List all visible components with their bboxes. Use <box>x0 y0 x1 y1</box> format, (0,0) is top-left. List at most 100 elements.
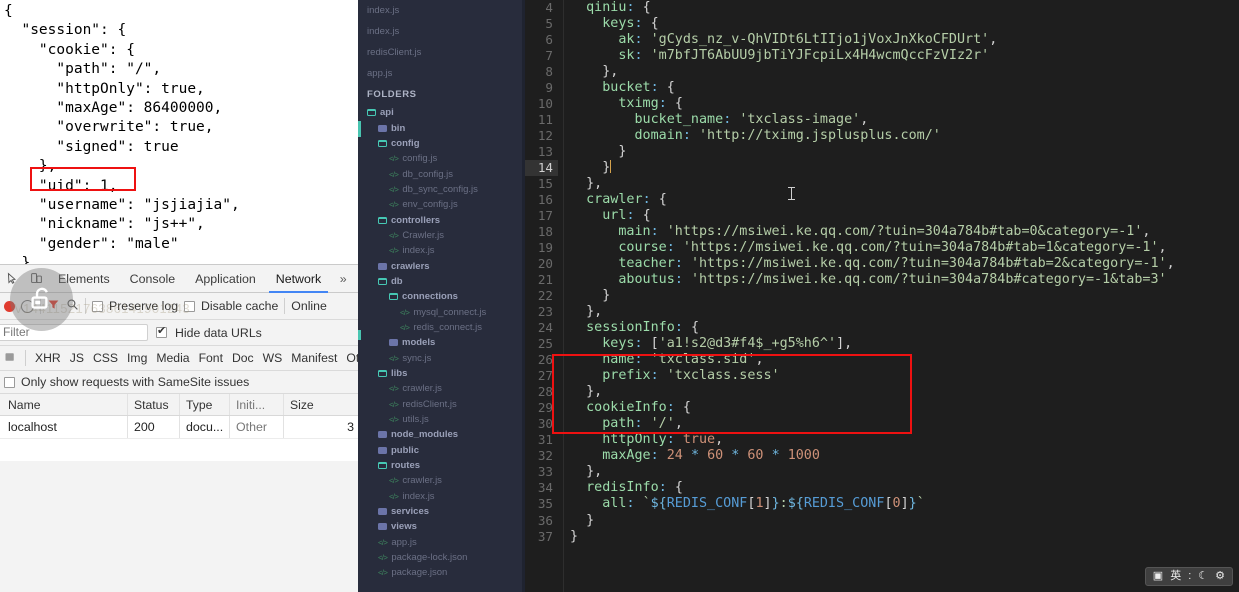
type-filter-doc[interactable]: Doc <box>232 351 254 365</box>
tree-file-item[interactable]: </> crawler.js <box>358 473 525 488</box>
cell-status: 200 <box>128 416 180 438</box>
type-filter-css[interactable]: CSS <box>93 351 118 365</box>
line-number: 36 <box>537 512 553 528</box>
tree-file-item[interactable]: </> utils.js <box>358 412 525 427</box>
tree-item-label: db <box>391 275 403 287</box>
open-file-label: redisClient.js <box>367 47 422 58</box>
tree-folder-item[interactable]: db <box>358 274 525 289</box>
column-header-name[interactable]: Name <box>0 394 128 415</box>
tree-folder-item[interactable]: routes <box>358 458 525 473</box>
filter-input[interactable]: Filter <box>0 324 148 341</box>
json-line: "uid": 1, <box>4 177 118 194</box>
preserve-log-checkbox[interactable] <box>92 300 103 312</box>
record-button-icon[interactable] <box>4 300 15 312</box>
tree-folder-item[interactable]: services <box>358 504 525 519</box>
ime-status-bar[interactable]: ▣ 英 : ☾ ⚙ <box>1144 567 1233 586</box>
tree-file-item[interactable]: </> Crawler.js <box>358 228 525 243</box>
hide-data-urls-checkbox[interactable] <box>156 325 167 338</box>
type-filter-font[interactable]: Font <box>199 351 223 365</box>
all-filter-icon[interactable] <box>4 351 16 366</box>
line-number: 28 <box>537 384 553 400</box>
tree-file-item[interactable]: </> env_config.js <box>358 197 525 212</box>
type-filter-xhr[interactable]: XHR <box>35 351 61 365</box>
code-editor[interactable]: 4 5 6 7 8 9 10 11 12 13 14 15 16 17 18 19 20 21 22 23 24 25 26… <box>525 0 1239 592</box>
tab-network[interactable]: Network <box>266 265 331 293</box>
tree-item-label: config.js <box>402 153 438 165</box>
tree-folder-item[interactable]: public <box>358 443 525 458</box>
column-header-initiator[interactable]: Initi... <box>230 394 284 415</box>
type-filter-js[interactable]: JS <box>70 351 84 365</box>
open-file-item[interactable]: index.js <box>358 0 525 21</box>
tree-file-item[interactable]: </> config.js <box>358 151 525 166</box>
code-line: } <box>618 144 627 160</box>
tree-folder-item[interactable]: api <box>358 105 525 120</box>
tree-folder-item[interactable]: connections <box>358 289 525 304</box>
tree-item-label: services <box>391 506 430 518</box>
type-filter-img[interactable]: Img <box>127 351 147 365</box>
search-icon[interactable] <box>66 298 79 314</box>
json-line: "session": { <box>4 22 127 39</box>
tree-file-item[interactable]: </> db_sync_config.js <box>358 182 525 197</box>
open-file-item[interactable]: index.js <box>358 21 525 42</box>
type-filter-manifest[interactable]: Manifest <box>291 351 337 365</box>
disable-cache-checkbox[interactable] <box>184 300 196 312</box>
line-number: 20 <box>537 256 553 272</box>
tree-file-item[interactable]: </> db_config.js <box>358 166 525 181</box>
tree-folder-item[interactable]: libs <box>358 366 525 381</box>
tree-file-item[interactable]: </> app.js <box>358 535 525 550</box>
tree-file-item[interactable]: </> mysql_connect.js <box>358 304 525 319</box>
tab-elements[interactable]: Elements <box>48 265 120 293</box>
clear-button-icon[interactable] <box>21 299 34 313</box>
line-number: 25 <box>537 336 553 352</box>
tab-application[interactable]: Application <box>185 265 266 293</box>
tree-folder-item[interactable]: controllers <box>358 212 525 227</box>
tree-folder-item[interactable]: node_modules <box>358 427 525 442</box>
tree-file-item[interactable]: </> package.json <box>358 565 525 580</box>
code-line: path: '/', <box>602 416 683 432</box>
moon-icon[interactable]: ☾ <box>1198 571 1208 582</box>
tree-file-item[interactable]: </> crawler.js <box>358 381 525 396</box>
column-header-size[interactable]: Size <box>284 394 358 415</box>
more-tabs-icon[interactable]: » <box>331 267 355 291</box>
tree-folder-item[interactable]: config <box>358 136 525 151</box>
chinese-mode-icon[interactable]: 英 <box>1170 571 1181 582</box>
keyboard-icon[interactable]: ▣ <box>1153 571 1163 582</box>
punctuation-icon[interactable]: : <box>1188 571 1191 582</box>
type-filter-media[interactable]: Media <box>156 351 189 365</box>
tree-file-item[interactable]: </> redisClient.js <box>358 397 525 412</box>
tree-item-label: config <box>391 137 420 149</box>
inspect-element-icon[interactable] <box>0 267 24 291</box>
code-content[interactable]: qiniu: { keys: { ak: 'gCyds_nz_v-QhVIDt6… <box>570 0 1239 592</box>
tree-file-item[interactable]: </> package-lock.json <box>358 550 525 565</box>
line-number: 17 <box>537 208 553 224</box>
tree-folder-item[interactable]: views <box>358 519 525 534</box>
type-filter-other[interactable]: Other <box>346 351 358 365</box>
filter-funnel-icon[interactable] <box>47 298 60 314</box>
tree-item-label: redisClient.js <box>402 398 457 410</box>
tree-file-item[interactable]: </> sync.js <box>358 351 525 366</box>
tab-console[interactable]: Console <box>120 265 185 293</box>
code-file-icon: </> <box>389 415 399 425</box>
open-file-item[interactable]: redisClient.js <box>358 42 525 63</box>
tree-folder-item[interactable]: bin <box>358 120 525 135</box>
throttling-select[interactable]: Online <box>291 299 327 313</box>
line-number: 30 <box>537 416 553 432</box>
column-header-type[interactable]: Type <box>180 394 230 415</box>
tree-item-label: public <box>391 444 419 456</box>
editor-file-sidebar[interactable]: index.js index.js redisClient.js app.js FOLD… <box>358 0 525 592</box>
open-file-item[interactable]: app.js <box>358 63 525 84</box>
tree-file-item[interactable]: </> index.js <box>358 489 525 504</box>
table-row[interactable]: localhost 200 docu... Other 3 <box>0 416 358 439</box>
tree-folder-item[interactable]: crawlers <box>358 258 525 273</box>
samesite-checkbox[interactable] <box>4 376 15 388</box>
type-filter-ws[interactable]: WS <box>263 351 283 365</box>
tree-file-item[interactable]: </> redis_connect.js <box>358 320 525 335</box>
tree-file-item[interactable]: </> index.js <box>358 243 525 258</box>
device-toolbar-icon[interactable] <box>24 267 48 291</box>
tree-folder-item[interactable]: models <box>358 335 525 350</box>
line-number: 6 <box>545 32 553 48</box>
line-number: 27 <box>537 368 553 384</box>
gear-icon[interactable]: ⚙ <box>1215 571 1225 582</box>
column-header-status[interactable]: Status <box>128 394 180 415</box>
code-file-icon: </> <box>389 154 399 164</box>
